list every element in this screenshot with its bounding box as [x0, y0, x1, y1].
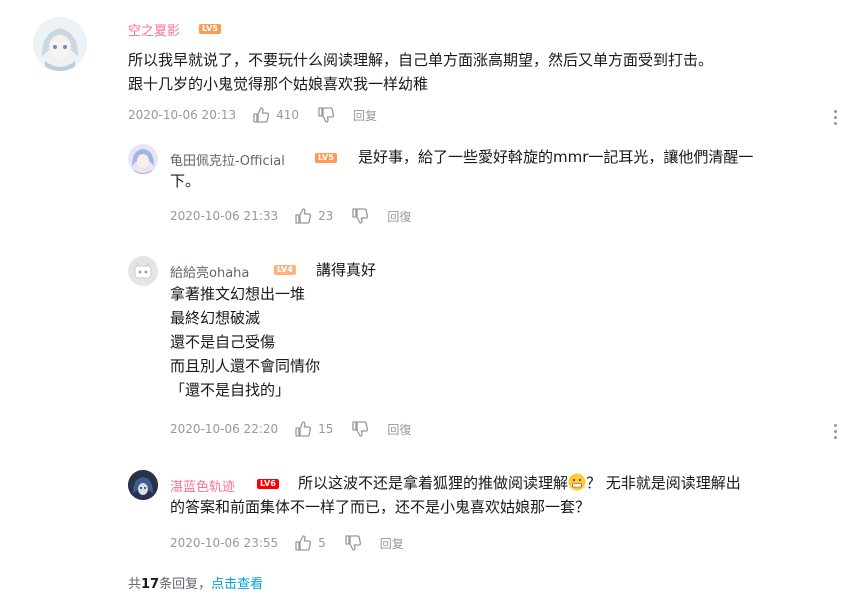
thumbs-up-icon: [253, 107, 270, 123]
reply-button[interactable]: 回复: [380, 535, 404, 552]
avatar[interactable]: [128, 256, 158, 286]
thumbs-down-icon: [352, 421, 369, 437]
comment-text-line: 所以我早就说了，不要玩什么阅读理解，自己单方面涨高期望，然后又单方面受到打击。: [128, 51, 714, 69]
comment-text: 所以我早就说了，不要玩什么阅读理解，自己单方面涨高期望，然后又单方面受到打击。 …: [128, 48, 828, 96]
like-count: 410: [276, 108, 300, 122]
view-more-replies: 共17条回复，点击查看: [128, 573, 263, 592]
reply-text-line: 「還不是自找的」: [170, 381, 291, 399]
avatar[interactable]: [128, 470, 158, 500]
reply-button[interactable]: 回復: [387, 421, 411, 438]
thumbs-up-icon: [295, 421, 312, 437]
reply-text-line: 最終幻想破滅: [170, 309, 261, 327]
reply-meta: 2020-10-06 23:55 5 回复: [170, 534, 422, 552]
reply-text-line: 還不是自己受傷: [170, 333, 276, 351]
reply-text-line: 的答案和前面集体不一样了而已，还不是小鬼喜欢姑娘那一套？: [170, 498, 591, 516]
grimace-emoji-icon: [568, 473, 586, 491]
reply-meta: 2020-10-06 22:20 15 回復: [170, 420, 429, 438]
reply-count: 17: [141, 577, 160, 592]
reply-text-line: 拿著推文幻想出一堆: [170, 285, 306, 303]
more-options-icon[interactable]: [834, 424, 838, 442]
footer-suffix: 条回复，: [159, 577, 212, 592]
reply-text-line: 而且別人還不會同情你: [170, 357, 321, 375]
like-count: 23: [318, 209, 334, 223]
like-button[interactable]: 23: [294, 207, 333, 225]
level-badge: LV5: [199, 24, 221, 34]
reply-text-line: 是好事，給了一些愛好斡旋的mmr一記耳光，讓他們清醒一: [358, 148, 754, 166]
reply-text: 所以这波不还是拿着狐狸的推做阅读理解？ 无非就是阅读理解出 的答案和前面集体不一…: [170, 471, 832, 519]
thumbs-down-icon: [345, 535, 361, 551]
reply-meta: 2020-10-06 21:33 23 回復: [170, 207, 429, 225]
avatar[interactable]: [33, 17, 87, 71]
reply-text-line: 講得真好: [316, 261, 377, 279]
comment-date: 2020-10-06 20:13: [128, 108, 237, 122]
like-button[interactable]: 5: [294, 534, 326, 552]
comment-meta: 2020-10-06 20:13 410 回复: [128, 106, 395, 124]
thumbs-up-icon: [295, 208, 312, 224]
comment-text-line: 跟十几岁的小鬼觉得那个姑娘喜欢我一样幼稚: [128, 75, 429, 93]
avatar[interactable]: [128, 144, 158, 174]
like-button[interactable]: 15: [294, 420, 333, 438]
reply-text: 講得真好 拿著推文幻想出一堆 最終幻想破滅 還不是自己受傷 而且別人還不會同情你…: [170, 258, 832, 402]
like-count: 5: [318, 536, 326, 550]
reply-date: 2020-10-06 21:33: [170, 209, 279, 223]
reply-text: 是好事，給了一些愛好斡旋的mmr一記耳光，讓他們清醒一 下。: [170, 145, 832, 193]
avatar-image: [128, 256, 158, 286]
reply-text-line: 所以这波不还是拿着狐狸的推做阅读理解？ 无非就是阅读理解出: [298, 473, 741, 492]
reply-text-line: 下。: [170, 172, 201, 190]
avatar-image: [33, 17, 87, 71]
username[interactable]: 空之夏影: [128, 20, 180, 39]
reply-date: 2020-10-06 22:20: [170, 422, 279, 436]
more-options-icon[interactable]: [834, 110, 838, 128]
dislike-button[interactable]: [317, 106, 335, 124]
thumbs-up-icon: [295, 535, 312, 551]
avatar-image: [128, 470, 158, 500]
reply-button[interactable]: 回復: [387, 208, 411, 225]
like-count: 15: [318, 422, 334, 436]
thumbs-down-icon: [352, 208, 369, 224]
view-replies-link[interactable]: 点击查看: [211, 577, 263, 592]
avatar-image: [128, 144, 158, 174]
thumbs-down-icon: [318, 107, 335, 123]
dislike-button[interactable]: [344, 534, 362, 552]
reply-date: 2020-10-06 23:55: [170, 536, 279, 550]
like-button[interactable]: 410: [252, 106, 299, 124]
dislike-button[interactable]: [351, 420, 369, 438]
reply-button[interactable]: 回复: [353, 107, 377, 124]
footer-prefix: 共: [128, 577, 142, 592]
dislike-button[interactable]: [351, 207, 369, 225]
